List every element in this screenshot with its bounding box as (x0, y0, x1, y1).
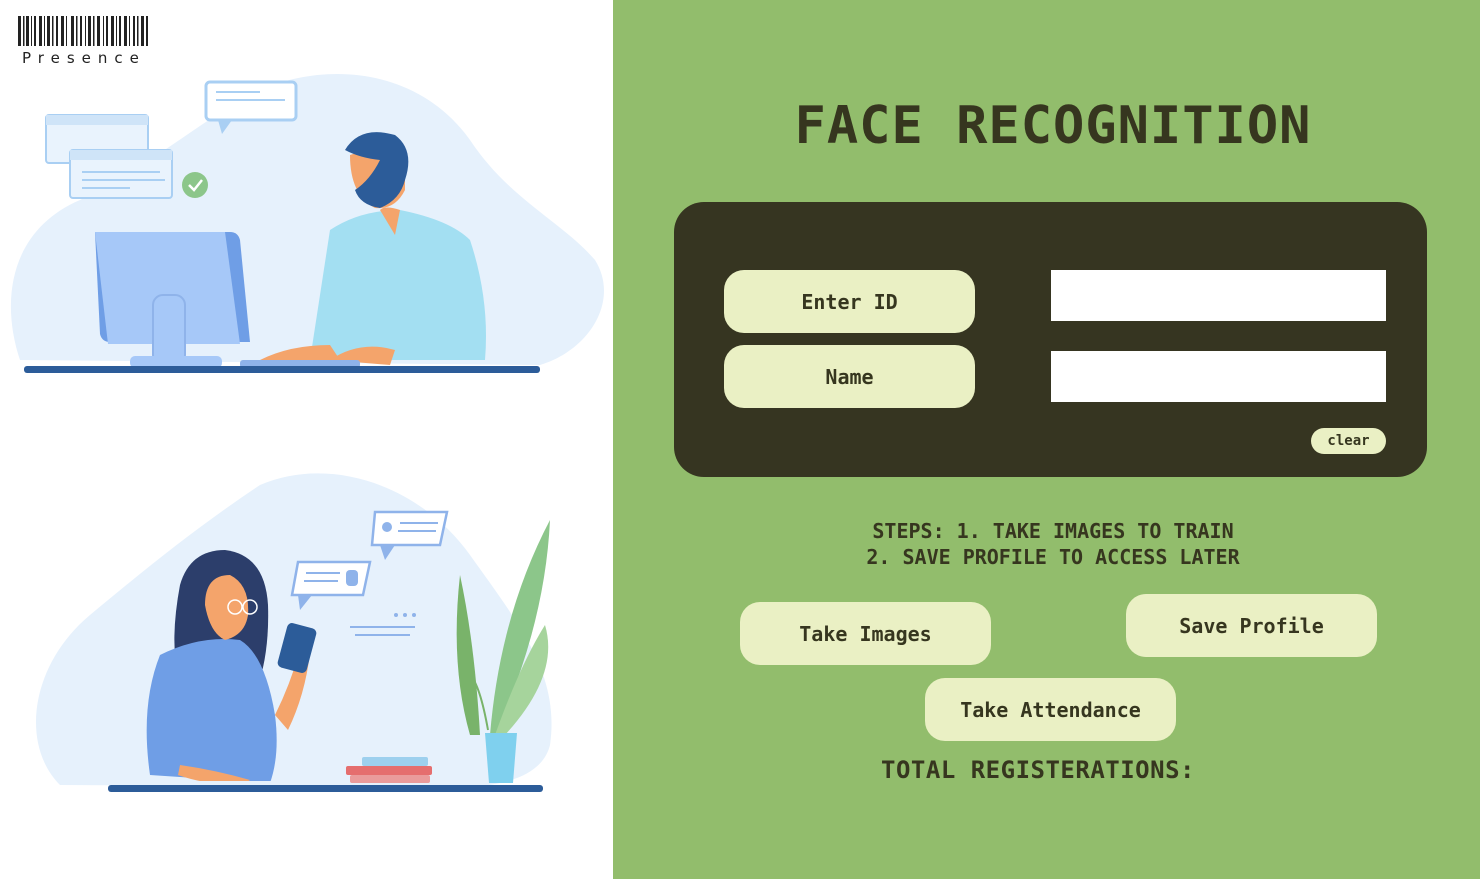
take-images-button[interactable]: Take Images (740, 602, 991, 665)
clear-button[interactable]: clear (1311, 428, 1386, 454)
barcode-icon (18, 16, 148, 46)
registration-form: Enter ID Name clear (674, 202, 1427, 477)
illustration-pane: Presence (0, 0, 613, 879)
name-input[interactable] (1051, 351, 1386, 402)
page-title: FACE RECOGNITION (794, 96, 1312, 156)
id-input[interactable] (1051, 270, 1386, 321)
enter-id-label: Enter ID (724, 270, 975, 333)
total-registrations-label: TOTAL REGISTERATIONS: (881, 756, 1195, 784)
name-label: Name (724, 345, 975, 408)
steps-instructions: STEPS: 1. TAKE IMAGES TO TRAIN 2. SAVE P… (763, 518, 1343, 570)
recognition-pane: FACE RECOGNITION Enter ID Name clear STE… (613, 0, 1480, 879)
take-attendance-button[interactable]: Take Attendance (925, 678, 1176, 741)
presence-logo: Presence (18, 16, 153, 67)
steps-line-1: STEPS: 1. TAKE IMAGES TO TRAIN (872, 519, 1234, 543)
man-at-computer-illustration (10, 74, 604, 373)
steps-line-2: 2. SAVE PROFILE TO ACCESS LATER (866, 545, 1240, 569)
save-profile-button[interactable]: Save Profile (1126, 594, 1377, 657)
woman-with-phone-illustration (36, 473, 552, 792)
